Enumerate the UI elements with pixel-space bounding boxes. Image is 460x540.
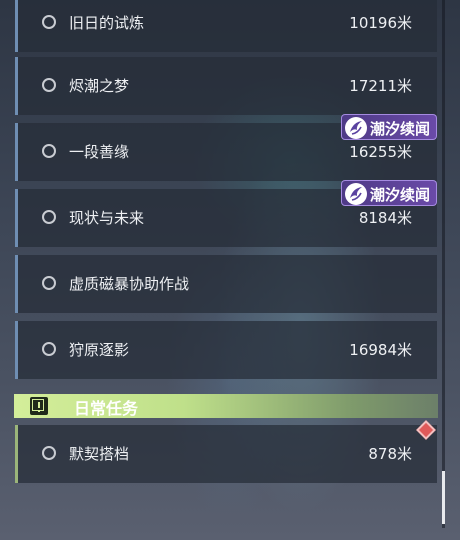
- quest-distance: 8184米: [358, 209, 412, 227]
- scrollbar-thumb[interactable]: [442, 471, 445, 524]
- quest-title: 旧日的试炼: [69, 14, 145, 32]
- quest-row-6[interactable]: 狩原逐影 16984米: [15, 321, 437, 379]
- quest-row-3[interactable]: 一段善缘 16255米 潮汐续闻: [15, 114, 437, 181]
- scrollbar-track[interactable]: [442, 0, 445, 528]
- radio-icon[interactable]: [42, 446, 56, 460]
- quest-row-1[interactable]: 旧日的试炼 10196米: [15, 0, 437, 52]
- quest-title: 烬潮之梦: [69, 77, 130, 95]
- alert-box-icon: [30, 397, 48, 415]
- daily-quest-row-1[interactable]: 默契搭档 878米: [15, 420, 437, 483]
- tidal-story-badge: 潮汐续闻: [341, 114, 437, 140]
- quest-row-2[interactable]: 烬潮之梦 17211米: [15, 57, 437, 115]
- radio-icon[interactable]: [42, 276, 56, 290]
- quest-row-4[interactable]: 现状与未来 8184米 潮汐续闻: [15, 180, 437, 247]
- quest-distance: 17211米: [349, 77, 412, 95]
- badge-label: 潮汐续闻: [370, 120, 431, 138]
- quest-row-5[interactable]: 虚质磁暴协助作战: [15, 255, 437, 313]
- radio-icon[interactable]: [42, 15, 56, 29]
- quest-title: 默契搭档: [69, 445, 130, 463]
- quest-distance: 878米: [368, 445, 412, 463]
- section-title: 日常任务: [74, 399, 139, 418]
- quest-title: 狩原逐影: [69, 341, 130, 359]
- quest-title: 虚质磁暴协助作战: [69, 275, 190, 293]
- quest-distance: 16255米: [349, 143, 412, 161]
- radio-icon[interactable]: [42, 144, 56, 158]
- tidal-swirl-icon: [345, 183, 367, 205]
- quest-distance: 16984米: [349, 341, 412, 359]
- radio-icon[interactable]: [42, 210, 56, 224]
- quest-distance: 10196米: [349, 14, 412, 32]
- tidal-swirl-icon: [345, 117, 367, 139]
- quest-list: 旧日的试炼 10196米 烬潮之梦 17211米 一段善缘 16255米 潮汐续…: [0, 0, 460, 540]
- radio-icon[interactable]: [42, 78, 56, 92]
- quest-title: 现状与未来: [69, 209, 145, 227]
- badge-label: 潮汐续闻: [370, 186, 431, 204]
- red-diamond-icon: [416, 420, 436, 440]
- quest-title: 一段善缘: [69, 143, 130, 161]
- tidal-story-badge: 潮汐续闻: [341, 180, 437, 206]
- daily-quests-header[interactable]: 日常任务: [14, 394, 438, 418]
- radio-icon[interactable]: [42, 342, 56, 356]
